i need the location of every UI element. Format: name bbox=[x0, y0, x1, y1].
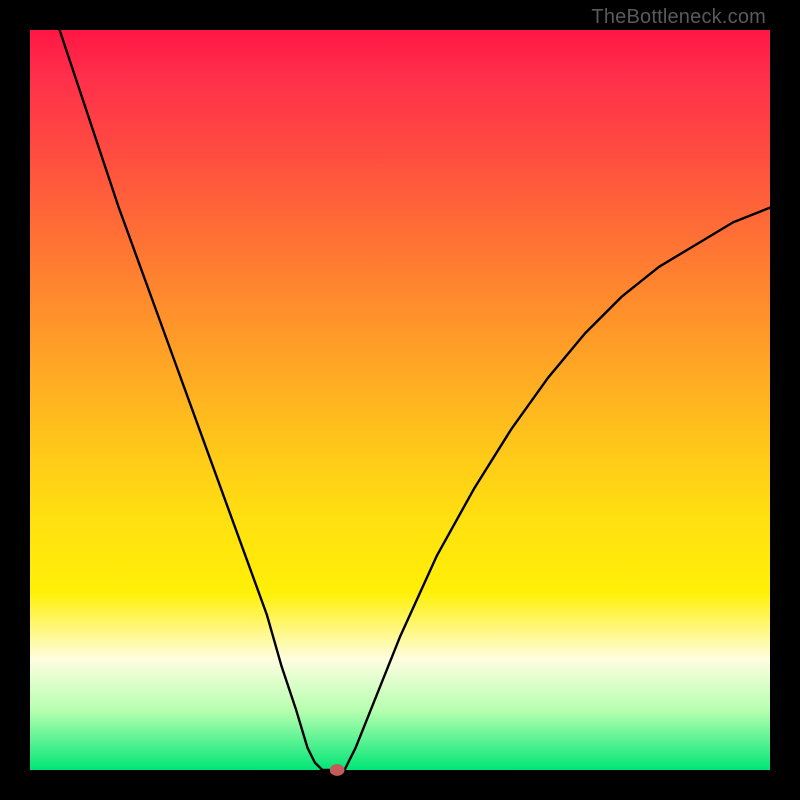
chart-frame: TheBottleneck.com bbox=[0, 0, 800, 800]
bottleneck-curve bbox=[60, 30, 770, 770]
watermark-text: TheBottleneck.com bbox=[591, 6, 766, 29]
curve-layer bbox=[30, 30, 770, 770]
plot-area bbox=[30, 30, 770, 770]
optimal-marker bbox=[330, 764, 345, 776]
